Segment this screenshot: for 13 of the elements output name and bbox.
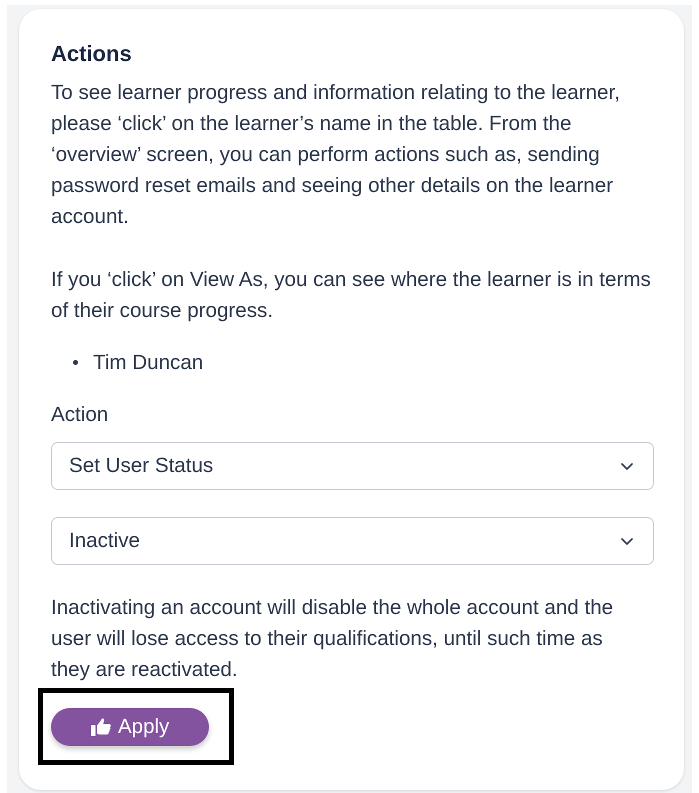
dropdown-field[interactable]: Set User Status xyxy=(51,442,654,490)
chevron-down-icon xyxy=(621,462,633,470)
dropdown-field[interactable]: Inactive xyxy=(51,517,654,566)
apply-button[interactable]: Apply xyxy=(51,708,210,746)
info-paragraph: If you ‘click’ on View As, you can see where the learner is in terms of their course progress. xyxy=(51,266,651,324)
info-paragraph: To see learner progress and information relating to the learner, please ‘click’ on the learner’s name in the table. From the ‘overview’ screen, you can perform actions such as, sending password reset emails and seeing other details on the learner account. xyxy=(51,80,620,230)
bullet-icon xyxy=(73,360,78,365)
chevron-down-icon xyxy=(621,538,633,545)
card-title: Actions xyxy=(51,40,132,68)
learner-name: Tim Duncan xyxy=(93,350,204,376)
thumbs-up-icon xyxy=(91,718,111,736)
warning-paragraph: Inactivating an account will disable the whole account and the user will lose access to their qualifications, until such time as they are reactivated. xyxy=(51,594,614,684)
action-label: Action xyxy=(51,402,108,428)
